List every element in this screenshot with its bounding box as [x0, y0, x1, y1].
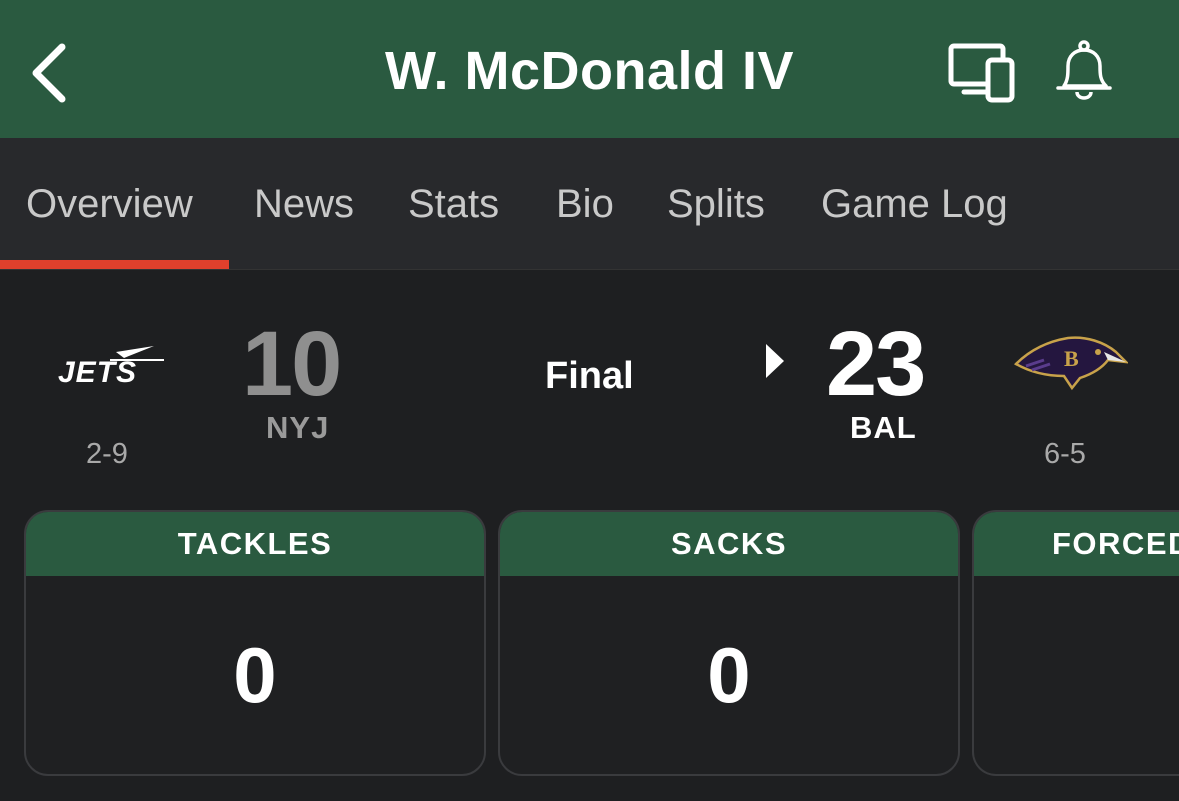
game-score-strip[interactable]: JETS 2-9 10 NYJ Final 23 BAL B 6-5: [0, 270, 1179, 500]
bell-icon: [1056, 40, 1112, 100]
stat-card-forced[interactable]: FORCED: [972, 510, 1179, 776]
tab-overview[interactable]: Overview: [26, 182, 193, 227]
tab-stats[interactable]: Stats: [408, 182, 499, 227]
tab-bio[interactable]: Bio: [556, 182, 614, 227]
winner-arrow-icon: [766, 344, 784, 378]
notifications-button[interactable]: [1050, 40, 1118, 106]
away-score: 10: [242, 313, 342, 415]
stat-value: 0: [233, 631, 277, 719]
stat-label: SACKS: [500, 512, 958, 576]
stat-card-sacks[interactable]: SACKS 0: [498, 510, 960, 776]
stat-label: FORCED: [974, 512, 1179, 576]
game-status: Final: [545, 355, 634, 397]
stat-label: TACKLES: [26, 512, 484, 576]
tab-game-log[interactable]: Game Log: [821, 182, 1008, 227]
tab-splits[interactable]: Splits: [667, 182, 765, 227]
home-abbr: BAL: [850, 410, 917, 445]
home-record: 6-5: [1044, 438, 1086, 470]
home-score: 23: [826, 313, 926, 415]
devices-icon: [948, 43, 1015, 103]
active-tab-indicator: [0, 260, 229, 269]
svg-text:B: B: [1064, 346, 1079, 371]
away-abbr: NYJ: [266, 410, 330, 445]
jets-logo: JETS: [54, 344, 168, 393]
stat-value: 0: [707, 631, 751, 719]
app-header: W. McDonald IV: [0, 0, 1179, 138]
ravens-logo: B: [1012, 330, 1130, 397]
tab-news[interactable]: News: [254, 182, 354, 227]
tab-bar: Overview News Stats Bio Splits Game Log: [0, 138, 1179, 270]
stat-card-tackles[interactable]: TACKLES 0: [24, 510, 486, 776]
away-record: 2-9: [86, 438, 128, 470]
devices-button[interactable]: [946, 40, 1018, 104]
